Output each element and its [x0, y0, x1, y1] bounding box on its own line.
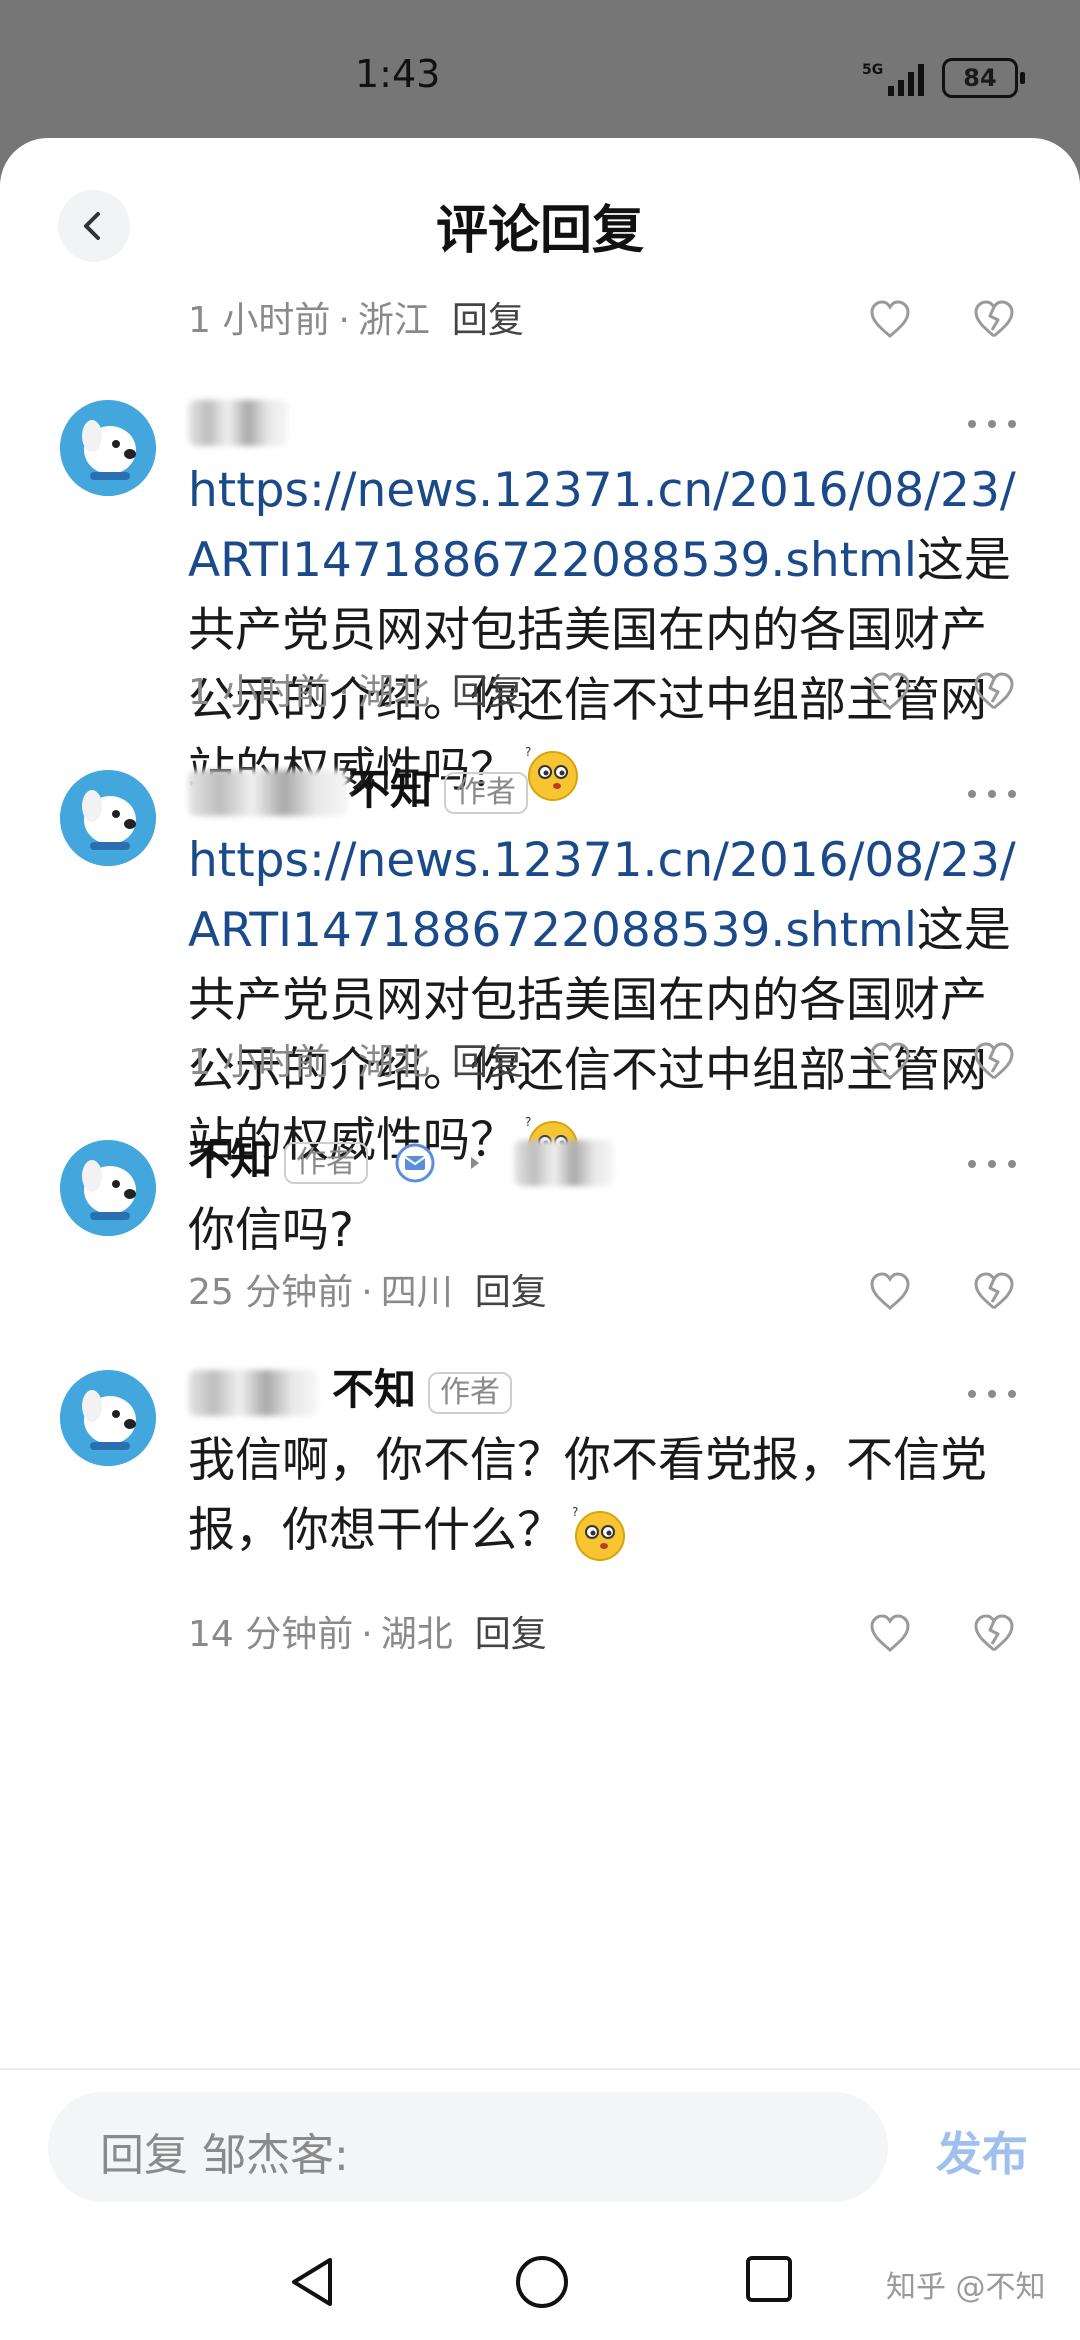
comment-text: https://news.12371.cn/2016/08/23/ARTI147… [188, 826, 1028, 1176]
heart-icon[interactable] [868, 1040, 912, 1084]
author-badge: 作者 [428, 1371, 513, 1414]
comment-text: https://news.12371.cn/2016/08/23/ARTI147… [188, 456, 1028, 806]
divider [0, 2068, 1080, 2070]
blurred-username [188, 399, 288, 446]
blurred-username [188, 769, 348, 816]
more-options-icon[interactable] [962, 784, 1022, 804]
avatar[interactable] [60, 1140, 156, 1236]
avatar[interactable] [60, 1370, 156, 1466]
battery-icon: 84 [942, 58, 1025, 98]
dog-avatar-icon [60, 1370, 156, 1466]
broken-heart-icon[interactable] [972, 670, 1016, 714]
more-options-icon[interactable] [962, 1384, 1022, 1404]
reply-link[interactable]: 回复 [452, 300, 524, 341]
comment-meta: 1 小时前 · 湖北 回复 [188, 1042, 524, 1083]
status-bar: 1:43 5G 84 [0, 0, 1080, 140]
avatar[interactable] [60, 400, 156, 496]
heart-icon[interactable] [868, 1612, 912, 1656]
comment-meta: 14 分钟前 · 湖北 回复 [188, 1614, 547, 1655]
svg-text:5G: 5G [862, 62, 883, 78]
svg-text:?: ? [525, 745, 531, 759]
reply-sheet: 评论回复 1 小时前 · 浙江 回复 https://news.12371.cn/20… [0, 138, 1080, 2340]
broken-heart-icon[interactable] [972, 1270, 1016, 1314]
reply-link[interactable]: 回复 [452, 672, 524, 713]
top-bar: 评论回复 [0, 138, 1080, 288]
watermark: 知乎 @不知 [886, 2270, 1046, 2305]
comment-meta: 1 小时前 · 湖北 回复 [188, 672, 524, 713]
reply-link[interactable]: 回复 [452, 1042, 524, 1083]
comment-meta: 25 分钟前 · 四川 回复 [188, 1272, 547, 1313]
reply-to-arrow-icon [471, 1156, 480, 1169]
comment-link[interactable]: https://news.12371.cn/2016/08/23/ARTI147… [188, 833, 1016, 958]
broken-heart-icon[interactable] [972, 1040, 1016, 1084]
publish-button[interactable]: 发布 [936, 2118, 1046, 2184]
comment-text: 你信吗? [188, 1203, 354, 1258]
broken-heart-icon[interactable] [972, 1612, 1016, 1656]
comment-author[interactable]: 不知 作者 [188, 1130, 614, 1190]
comment-meta: 1 小时前 · 浙江 回复 [188, 300, 524, 341]
broken-heart-icon[interactable] [972, 298, 1016, 342]
svg-text:?: ? [572, 1505, 578, 1519]
author-badge: 作者 [284, 1141, 369, 1184]
heart-icon[interactable] [868, 298, 912, 342]
heart-icon[interactable] [868, 670, 912, 714]
comment-link[interactable]: https://news.12371.cn/2016/08/23/ARTI147… [188, 463, 1016, 588]
thinking-emoji-icon: ? [525, 745, 578, 801]
blurred-username [513, 1139, 614, 1186]
dog-avatar-icon [60, 770, 156, 866]
system-nav-bar: 知乎 @不知 [0, 2218, 1080, 2340]
comment-text: 我信啊，你不信？你不看党报，不信党报，你想干什么？? [188, 1426, 1028, 1566]
svg-text:?: ? [525, 1115, 531, 1129]
reply-input[interactable]: 回复 邹杰客: [48, 2092, 888, 2202]
more-options-icon[interactable] [962, 1154, 1022, 1174]
blurred-username [188, 1369, 318, 1416]
more-options-icon[interactable] [962, 414, 1022, 434]
cellular-signal-icon: 5G [862, 62, 924, 96]
thinking-emoji-icon: ? [572, 1505, 625, 1561]
reply-link[interactable]: 回复 [475, 1272, 547, 1313]
avatar[interactable] [60, 770, 156, 866]
dog-avatar-icon [60, 1140, 156, 1236]
nav-home-icon[interactable] [514, 2254, 570, 2310]
verified-mail-icon [395, 1143, 435, 1182]
comment-author[interactable]: 不知 作者 [188, 760, 529, 820]
heart-icon[interactable] [868, 1270, 912, 1314]
nav-back-icon[interactable] [286, 2254, 338, 2310]
reply-link[interactable]: 回复 [475, 1614, 547, 1655]
dog-avatar-icon [60, 400, 156, 496]
nav-recent-apps-icon[interactable] [744, 2254, 794, 2304]
comment-author[interactable]: 不知 作者 [188, 1360, 513, 1420]
page-title: 评论回复 [435, 201, 644, 261]
comment-author[interactable] [188, 390, 288, 450]
status-time: 1:43 [355, 52, 441, 96]
author-badge: 作者 [444, 771, 529, 814]
